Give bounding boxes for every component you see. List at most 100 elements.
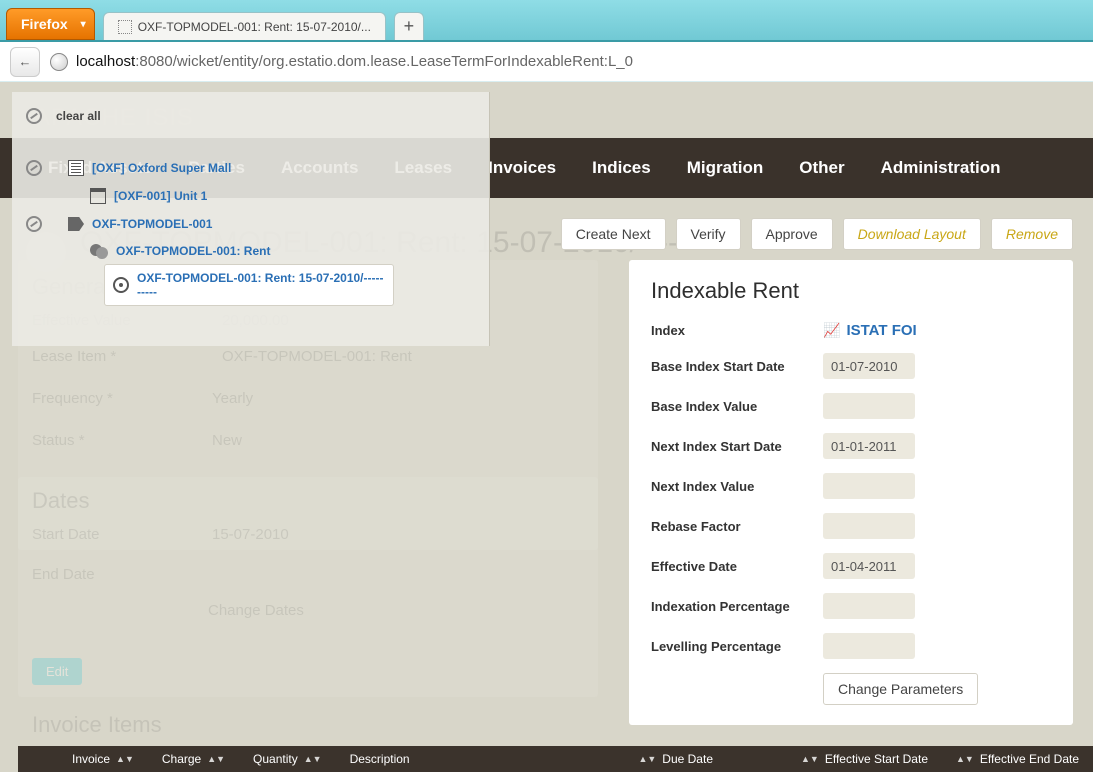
- verify-button[interactable]: Verify: [676, 218, 741, 250]
- indexation-pct-label: Indexation Percentage: [651, 599, 823, 614]
- col-effective-end[interactable]: ▲▼Effective End Date: [942, 752, 1093, 766]
- field-rebase: Rebase Factor: [651, 513, 1051, 539]
- col-due-date[interactable]: ▲▼Due Date: [624, 752, 727, 766]
- sort-icon: ▲▼: [304, 754, 322, 764]
- breadcrumb-panel: clear all [OXF] Oxford Super Mall [OXF-0…: [12, 92, 490, 346]
- entity-actions: Create Next Verify Approve Download Layo…: [561, 218, 1073, 250]
- app-stage: APACHE ISIS Fixed Assets Parties Account…: [0, 82, 1093, 772]
- edit-button-ghost: Edit: [32, 658, 82, 685]
- field-base-start: Base Index Start Date 01-07-2010: [651, 353, 1051, 379]
- cancel-icon[interactable]: [26, 216, 42, 232]
- building-icon: [68, 160, 84, 176]
- field-levelling-pct: Levelling Percentage: [651, 633, 1051, 659]
- tag-icon: [68, 217, 84, 231]
- sort-icon: ▲▼: [956, 754, 974, 764]
- cancel-icon: [26, 108, 42, 124]
- field-effective-date: Effective Date 01-04-2011: [651, 553, 1051, 579]
- rebase-label: Rebase Factor: [651, 519, 823, 534]
- tree-link-current[interactable]: OXF-TOPMODEL-001: Rent: 15-07-2010/-----…: [137, 271, 385, 299]
- target-icon: [113, 277, 129, 293]
- rebase-value: [823, 513, 915, 539]
- start-date-label: Start Date: [32, 526, 100, 543]
- base-value-value: [823, 393, 915, 419]
- indexation-pct-value: [823, 593, 915, 619]
- field-index: Index 📈 ISTAT FOI: [651, 322, 1051, 339]
- new-tab-button[interactable]: +: [394, 12, 424, 40]
- tree-link-lease-item[interactable]: OXF-TOPMODEL-001: Rent: [116, 244, 270, 258]
- col-invoice[interactable]: Invoice▲▼: [58, 752, 148, 766]
- frequency-label: Frequency *: [32, 390, 113, 407]
- effective-date-label: Effective Date: [651, 559, 823, 574]
- favicon-placeholder-icon: [118, 20, 132, 34]
- col-charge[interactable]: Charge▲▼: [148, 752, 239, 766]
- nav-item-invoices[interactable]: Invoices: [488, 158, 556, 178]
- browser-tab[interactable]: OXF-TOPMODEL-001: Rent: 15-07-2010/...: [103, 12, 386, 40]
- tab-title: OXF-TOPMODEL-001: Rent: 15-07-2010/...: [138, 20, 371, 34]
- indexable-rent-card: Indexable Rent Index 📈 ISTAT FOI Base In…: [629, 260, 1073, 725]
- levelling-pct-label: Levelling Percentage: [651, 639, 823, 654]
- status-label: Status *: [32, 432, 85, 449]
- firefox-menu-button[interactable]: Firefox: [6, 8, 95, 40]
- tree-row-lease: OXF-TOPMODEL-001: [26, 210, 475, 238]
- change-parameters-button[interactable]: Change Parameters: [823, 673, 978, 705]
- col-description[interactable]: Description: [336, 752, 424, 766]
- change-dates-button-ghost: Change Dates: [208, 602, 304, 619]
- store-icon: [90, 188, 106, 204]
- next-start-value: 01-01-2011: [823, 433, 915, 459]
- address-input[interactable]: localhost:8080/wicket/entity/org.estatio…: [76, 53, 1083, 70]
- dates-panel-ghost: [18, 477, 598, 697]
- sort-icon: ▲▼: [207, 754, 225, 764]
- coins-icon: [90, 244, 108, 258]
- index-label: Index: [651, 323, 823, 338]
- download-layout-button[interactable]: Download Layout: [843, 218, 981, 250]
- firefox-label: Firefox: [21, 16, 68, 32]
- invoice-items-table-header: Invoice▲▼ Charge▲▼ Quantity▲▼ Descriptio…: [18, 746, 1093, 772]
- base-value-label: Base Index Value: [651, 399, 823, 414]
- nav-item-other[interactable]: Other: [799, 158, 844, 178]
- url-path: :8080/wicket/entity/org.estatio.dom.leas…: [135, 53, 633, 70]
- clear-all-row[interactable]: clear all: [26, 102, 475, 130]
- sort-icon: ▲▼: [638, 754, 656, 764]
- col-quantity[interactable]: Quantity▲▼: [239, 752, 336, 766]
- cancel-icon[interactable]: [26, 160, 42, 176]
- clear-all-label: clear all: [56, 109, 101, 123]
- tree-row-current: OXF-TOPMODEL-001: Rent: 15-07-2010/-----…: [104, 264, 394, 306]
- back-button[interactable]: ←: [10, 47, 40, 77]
- globe-icon: [50, 53, 68, 71]
- field-next-start: Next Index Start Date 01-01-2011: [651, 433, 1051, 459]
- status-value: New: [212, 432, 242, 449]
- browser-tab-strip: Firefox OXF-TOPMODEL-001: Rent: 15-07-20…: [0, 0, 1093, 42]
- lease-item-value: OXF-TOPMODEL-001: Rent: [222, 348, 412, 365]
- tree-row-lease-item: OXF-TOPMODEL-001: Rent: [26, 238, 475, 264]
- frequency-value: Yearly: [212, 390, 253, 407]
- tree-link-mall[interactable]: [OXF] Oxford Super Mall: [92, 161, 231, 175]
- start-date-value: 15-07-2010: [212, 526, 289, 543]
- tree-link-unit[interactable]: [OXF-001] Unit 1: [114, 189, 207, 203]
- field-indexation-pct: Indexation Percentage: [651, 593, 1051, 619]
- tree-link-lease[interactable]: OXF-TOPMODEL-001: [92, 217, 212, 231]
- field-base-value: Base Index Value: [651, 393, 1051, 419]
- remove-button[interactable]: Remove: [991, 218, 1073, 250]
- nav-item-administration[interactable]: Administration: [881, 158, 1001, 178]
- effective-date-value: 01-04-2011: [823, 553, 915, 579]
- approve-button[interactable]: Approve: [751, 218, 833, 250]
- index-link[interactable]: ISTAT FOI: [846, 322, 916, 339]
- sort-icon: ▲▼: [116, 754, 134, 764]
- col-effective-start[interactable]: ▲▼Effective Start Date: [787, 752, 942, 766]
- url-bar: ← localhost:8080/wicket/entity/org.estat…: [0, 42, 1093, 82]
- tree-row-unit: [OXF-001] Unit 1: [26, 182, 475, 210]
- card-title: Indexable Rent: [651, 278, 1051, 304]
- invoice-items-heading: Invoice Items: [32, 712, 162, 738]
- url-host: localhost: [76, 53, 135, 70]
- nav-item-migration[interactable]: Migration: [687, 158, 764, 178]
- next-value-label: Next Index Value: [651, 479, 823, 494]
- field-next-value: Next Index Value: [651, 473, 1051, 499]
- levelling-pct-value: [823, 633, 915, 659]
- next-start-label: Next Index Start Date: [651, 439, 823, 454]
- base-start-value: 01-07-2010: [823, 353, 915, 379]
- next-value-value: [823, 473, 915, 499]
- end-date-label: End Date: [32, 566, 95, 583]
- nav-item-indices[interactable]: Indices: [592, 158, 651, 178]
- lease-item-label: Lease Item *: [32, 348, 116, 365]
- create-next-button[interactable]: Create Next: [561, 218, 666, 250]
